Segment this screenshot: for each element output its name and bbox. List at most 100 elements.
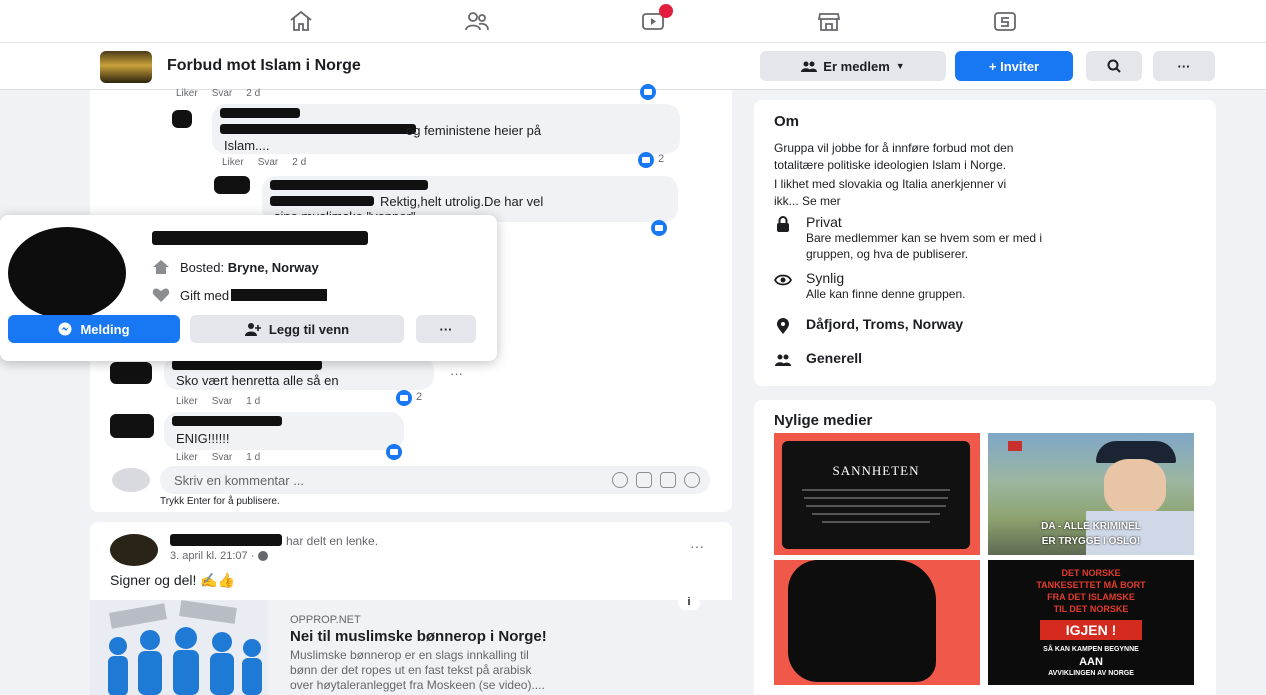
like-reaction-icon[interactable] bbox=[396, 390, 412, 406]
reaction-count[interactable]: 2 bbox=[658, 153, 664, 165]
tile-caption: DA - ALLE KRIMINEL bbox=[1041, 521, 1141, 532]
marketplace-icon[interactable] bbox=[811, 8, 847, 34]
visibility-row: Synlig Alle kan finne denne gruppen. bbox=[774, 270, 1204, 302]
comment-meta: Liker Svar 1 d bbox=[176, 452, 274, 463]
sticker-icon[interactable] bbox=[684, 472, 700, 488]
recent-media-card: Nylige medier SANNHETEN DA - ALLE KRIMIN… bbox=[754, 400, 1216, 695]
member-status-button[interactable]: Er medlem ▼ bbox=[760, 51, 946, 81]
link-preview[interactable]: i OPPROP.NET Nei til muslimske bønnerop … bbox=[90, 596, 732, 695]
invite-button[interactable]: + Inviter bbox=[955, 51, 1073, 81]
comment-meta: Liker Svar 1 d bbox=[176, 396, 274, 407]
relationship-label: Gift med bbox=[180, 287, 230, 303]
camera-icon[interactable] bbox=[636, 472, 652, 488]
add-friend-button[interactable]: Legg til venn bbox=[190, 315, 404, 343]
redacted-name[interactable] bbox=[170, 534, 282, 546]
gaming-icon[interactable] bbox=[987, 8, 1023, 34]
enter-hint: Trykk Enter for å publisere. bbox=[160, 496, 280, 507]
like-reaction-icon[interactable] bbox=[638, 152, 654, 168]
post-date-row: 3. april kl. 21:07 · bbox=[170, 550, 269, 562]
see-more-link[interactable]: ikk... Se mer bbox=[774, 193, 1194, 210]
redacted-image bbox=[788, 560, 936, 682]
comment-bubble: og feministene heier på Islam.... bbox=[212, 104, 680, 154]
location-pin-icon bbox=[777, 318, 789, 334]
like-reaction-icon[interactable] bbox=[640, 84, 656, 100]
about-description-line: Gruppa vil jobbe for å innføre forbud mo… bbox=[774, 141, 1014, 155]
comment-text: og feministene heier på bbox=[406, 123, 542, 138]
flag-graphic bbox=[1008, 441, 1022, 451]
recent-media-title: Nylige medier bbox=[774, 412, 873, 429]
group-icon bbox=[775, 354, 791, 366]
avatar[interactable] bbox=[172, 110, 192, 128]
about-description-line: totalitære politiske ideologien Islam i … bbox=[774, 158, 1007, 172]
like-reaction-icon[interactable] bbox=[386, 444, 402, 460]
redacted-name[interactable] bbox=[152, 231, 368, 245]
comment-input[interactable]: Skriv en kommentar ... bbox=[160, 466, 710, 494]
comment-time: 2 d bbox=[292, 157, 307, 168]
redacted-name bbox=[220, 108, 300, 118]
reply-link[interactable]: Svar bbox=[258, 157, 279, 168]
reply-link[interactable]: Svar bbox=[212, 452, 233, 463]
shared-text: har delt en lenke. bbox=[286, 534, 379, 548]
group-header-bar: Forbud mot Islam i Norge bbox=[0, 42, 1266, 90]
message-button[interactable]: Melding bbox=[8, 315, 180, 343]
link-description-line: bønn der det ropes ut en fast tekst på a… bbox=[290, 663, 532, 677]
eye-icon bbox=[774, 274, 792, 286]
media-tile[interactable]: DET NORSKE TANKESETTET MÅ BORT FRA DET I… bbox=[988, 560, 1194, 685]
watch-icon[interactable] bbox=[635, 4, 673, 34]
like-link[interactable]: Liker bbox=[176, 452, 198, 463]
tile-text: DET NORSKE bbox=[1061, 568, 1121, 578]
comment-input-placeholder: Skriv en kommentar ... bbox=[174, 473, 305, 488]
media-tile-image: SANNHETEN bbox=[782, 441, 970, 549]
emoji-icon[interactable] bbox=[612, 472, 628, 488]
location-value[interactable]: Bryne, Norway bbox=[228, 260, 319, 275]
group-name[interactable]: Forbud mot Islam i Norge bbox=[167, 57, 361, 75]
group-thumbnail[interactable] bbox=[100, 51, 152, 83]
tile-caption: ER TRYGGE I OSLO! bbox=[1041, 536, 1141, 547]
location-prefix: Bosted: bbox=[180, 259, 225, 275]
friends-icon[interactable] bbox=[459, 8, 495, 34]
notification-badge bbox=[659, 4, 673, 18]
location-row: Bosted: Bryne, Norway bbox=[152, 259, 319, 275]
tile-text: FRA DET ISLAMSKE bbox=[1047, 592, 1135, 602]
post-body: Signer og del! ✍️👍 bbox=[110, 572, 236, 588]
members-icon bbox=[801, 61, 818, 72]
visibility-description: Alle kan finne denne gruppen. bbox=[806, 287, 966, 301]
link-preview-image bbox=[90, 600, 268, 695]
tile-text-line bbox=[812, 513, 940, 515]
comment-text: Rektig,helt utrolig.De har vel bbox=[380, 194, 544, 209]
tile-text: TANKESETTET MÅ BORT bbox=[1036, 580, 1146, 590]
like-link[interactable]: Liker bbox=[222, 157, 244, 168]
more-options-button[interactable]: ··· bbox=[1153, 51, 1215, 81]
like-link[interactable]: Liker bbox=[176, 396, 198, 407]
post-date[interactable]: 3. april kl. 21:07 · bbox=[170, 550, 254, 562]
media-tile[interactable]: SANNHETEN bbox=[774, 433, 980, 555]
reaction-count[interactable]: 2 bbox=[416, 391, 422, 403]
avatar[interactable] bbox=[214, 176, 250, 194]
redacted-name[interactable] bbox=[231, 289, 328, 301]
avatar[interactable] bbox=[110, 414, 154, 438]
like-link[interactable]: Liker bbox=[176, 88, 198, 99]
avatar[interactable] bbox=[110, 534, 158, 566]
search-button[interactable] bbox=[1086, 51, 1142, 81]
uniform bbox=[1086, 511, 1194, 555]
link-title[interactable]: Nei til muslimske bønnerop i Norge! bbox=[290, 628, 547, 645]
heart-icon bbox=[152, 288, 170, 302]
media-tile[interactable] bbox=[774, 560, 980, 685]
like-reaction-icon[interactable] bbox=[651, 220, 667, 236]
tile-text: TIL DET NORSKE bbox=[1053, 604, 1129, 614]
about-title: Om bbox=[774, 113, 800, 130]
reply-link[interactable]: Svar bbox=[212, 88, 233, 99]
profile-avatar[interactable] bbox=[8, 227, 126, 319]
tile-highlight: IGJEN ! bbox=[1040, 620, 1142, 640]
group-location[interactable]: Dåfjord, Troms, Norway bbox=[806, 316, 963, 335]
home-icon[interactable] bbox=[283, 8, 319, 34]
post-options-button[interactable]: ··· bbox=[690, 538, 704, 554]
reply-link[interactable]: Svar bbox=[212, 396, 233, 407]
comment-options-button[interactable]: ··· bbox=[450, 366, 463, 381]
info-icon[interactable]: i bbox=[678, 596, 700, 610]
comment-text: Sko vært henretta alle så en bbox=[176, 373, 339, 388]
gif-icon[interactable] bbox=[660, 472, 676, 488]
media-tile[interactable]: DA - ALLE KRIMINEL ER TRYGGE I OSLO! bbox=[988, 433, 1194, 555]
avatar[interactable] bbox=[110, 362, 152, 384]
more-options-button[interactable]: ··· bbox=[416, 315, 476, 343]
